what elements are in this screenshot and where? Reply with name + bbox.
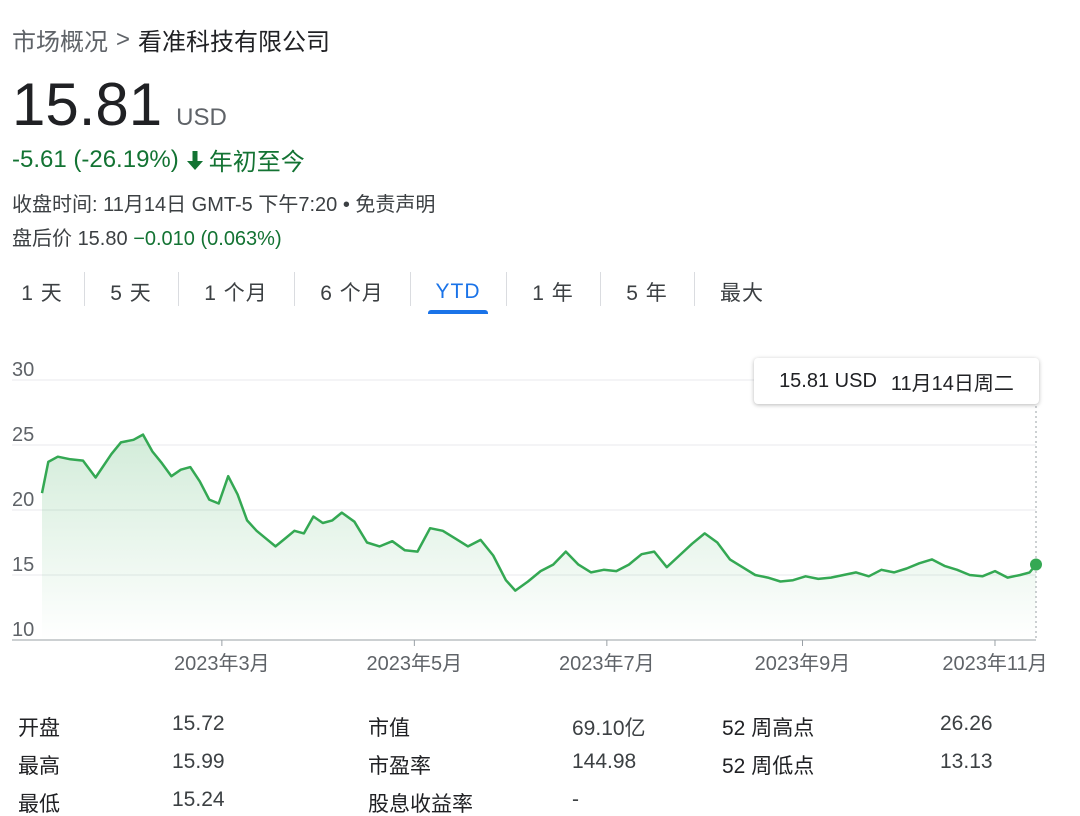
change-period: 年初至今 bbox=[208, 149, 305, 176]
stat-label-pe-ratio: 市盈率 bbox=[368, 755, 431, 778]
tab-ytd[interactable]: YTD bbox=[410, 268, 506, 316]
stat-value-52w-high: 26.26 bbox=[940, 712, 993, 735]
tab-1-day[interactable]: 1 天 bbox=[0, 268, 84, 316]
tab-1-month[interactable]: 1 个月 bbox=[178, 268, 294, 316]
breadcrumb-market-overview-link[interactable]: 市场概况 bbox=[12, 22, 108, 57]
stat-value-market-cap: 69.10亿 bbox=[572, 717, 646, 740]
x-tick-label: 2023年5月 bbox=[367, 652, 463, 675]
close-time-text: 收盘时间: 11月14日 GMT-5 下午7:20 • 免责声明 bbox=[12, 194, 436, 216]
after-hours-price: 15.80 bbox=[77, 228, 128, 250]
tab-max[interactable]: 最大 bbox=[694, 268, 790, 316]
stat-label-open: 开盘 bbox=[18, 717, 60, 740]
price-row: 15.81 USD bbox=[12, 70, 227, 139]
after-hours-change: −0.010 (0.063%) bbox=[133, 228, 282, 250]
breadcrumb-separator: > bbox=[116, 25, 131, 53]
price-area-fill bbox=[42, 434, 1036, 640]
time-range-tabs: 1 天 5 天 1 个月 6 个月 YTD 1 年 5 年 最大 bbox=[0, 268, 790, 316]
x-tick-label: 2023年11月 bbox=[942, 652, 1047, 675]
y-tick-label: 25 bbox=[12, 424, 34, 446]
price-change-row: -5.61 (-26.19%) 年初至今 bbox=[12, 142, 305, 177]
stat-label-52w-low: 52 周低点 bbox=[722, 755, 815, 778]
stat-value-52w-low: 13.13 bbox=[940, 750, 993, 773]
close-time-info: 收盘时间: 11月14日 GMT-5 下午7:20 • 免责声明 bbox=[12, 188, 435, 217]
tab-1-year[interactable]: 1 年 bbox=[506, 268, 600, 316]
y-tick-label: 10 bbox=[12, 619, 34, 641]
tooltip-date: 11月14日周二 bbox=[890, 372, 1014, 395]
breadcrumb: 市场概况 > 看准科技有限公司 bbox=[12, 22, 330, 57]
tab-6-month[interactable]: 6 个月 bbox=[294, 268, 410, 316]
after-hours-info: 盘后价 15.80 −0.010 (0.063%) bbox=[12, 222, 282, 251]
breadcrumb-company-name: 看准科技有限公司 bbox=[138, 29, 331, 56]
stat-value-pe-ratio: 144.98 bbox=[572, 750, 637, 773]
y-tick-label: 30 bbox=[12, 359, 34, 381]
x-tick-label: 2023年9月 bbox=[755, 652, 851, 675]
chart-tooltip: 15.81 USD 11月14日周二 bbox=[754, 358, 1039, 404]
stat-label-market-cap: 市值 bbox=[368, 717, 410, 740]
tab-5-day[interactable]: 5 天 bbox=[84, 268, 178, 316]
stat-value-dividend-yield: - bbox=[572, 788, 579, 811]
y-tick-label: 20 bbox=[12, 489, 34, 511]
tab-5-year[interactable]: 5 年 bbox=[600, 268, 694, 316]
x-tick-label: 2023年7月 bbox=[559, 652, 655, 675]
last-price-dot bbox=[1030, 558, 1042, 571]
stat-label-dividend-yield: 股息收益率 bbox=[368, 793, 473, 816]
after-hours-label: 盘后价 bbox=[12, 228, 72, 250]
currency-label: USD bbox=[176, 104, 227, 131]
stat-label-high: 最高 bbox=[18, 755, 60, 778]
stat-value-low: 15.24 bbox=[172, 788, 225, 811]
price-change: -5.61 (-26.19%) bbox=[12, 145, 179, 173]
current-price: 15.81 bbox=[12, 71, 163, 138]
tooltip-price: 15.81 USD bbox=[779, 369, 877, 392]
stat-value-open: 15.72 bbox=[172, 712, 225, 735]
stat-label-52w-high: 52 周高点 bbox=[722, 717, 815, 740]
stat-value-high: 15.99 bbox=[172, 750, 225, 773]
x-tick-label: 2023年3月 bbox=[174, 652, 270, 675]
y-tick-label: 15 bbox=[12, 554, 34, 576]
stat-label-low: 最低 bbox=[18, 793, 60, 816]
arrow-down-icon bbox=[185, 149, 205, 171]
